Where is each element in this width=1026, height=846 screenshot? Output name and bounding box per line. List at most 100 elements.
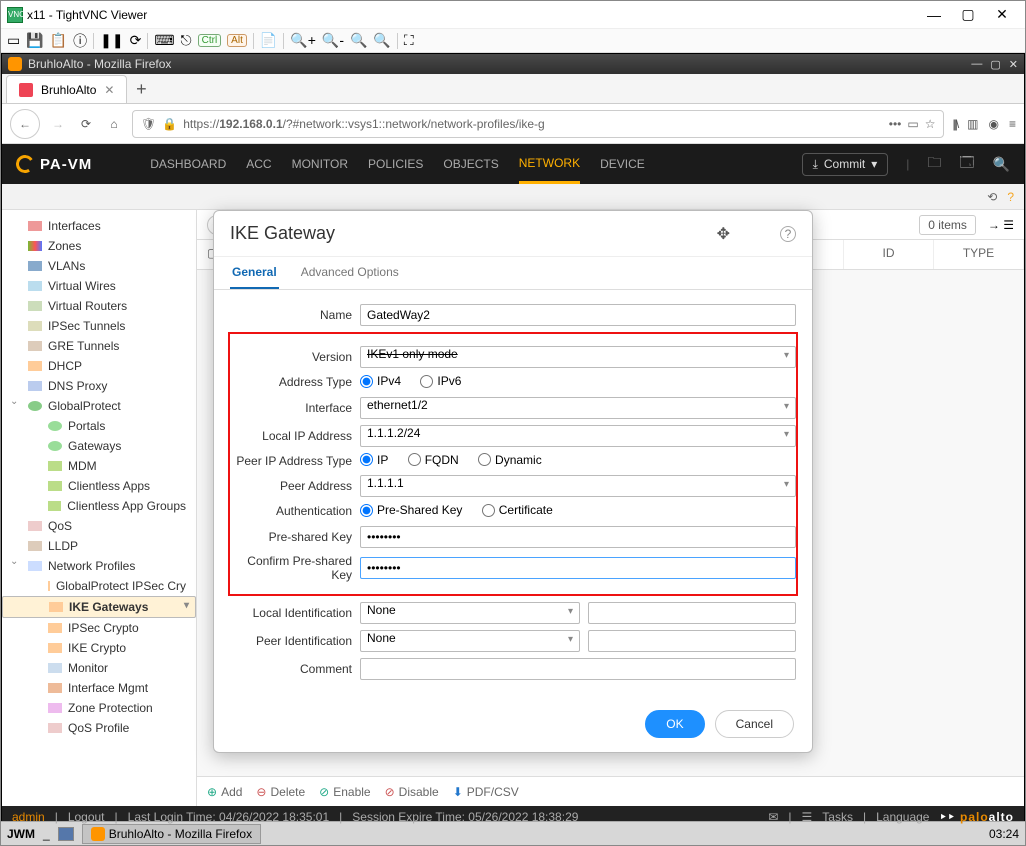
reader-icon[interactable]: ▭ xyxy=(907,117,918,131)
enable-button[interactable]: ⊘Enable xyxy=(319,785,370,799)
sidebar-item-interface-mgmt[interactable]: Interface Mgmt xyxy=(2,678,196,698)
help-icon[interactable]: ? xyxy=(1007,190,1014,204)
local-ip-select[interactable]: 1.1.1.2/24 xyxy=(360,425,796,447)
jwm-menu[interactable]: JWM xyxy=(7,827,35,841)
sidebar-item-virtual-wires[interactable]: Virtual Wires xyxy=(2,276,196,296)
sidebar-item-ike-crypto[interactable]: IKE Crypto xyxy=(2,638,196,658)
account-icon[interactable]: ◉ xyxy=(989,117,999,131)
footer-logout[interactable]: Logout xyxy=(68,810,105,824)
pdf-csv-button[interactable]: ⬇PDF/CSV xyxy=(453,785,519,799)
sidebar-icon[interactable]: ▥ xyxy=(967,117,978,131)
sidebar-item-qos[interactable]: QoS xyxy=(2,516,196,536)
sidebar-item-interfaces[interactable]: Interfaces xyxy=(2,216,196,236)
zoom-100-icon[interactable]: 🔍 xyxy=(350,32,367,49)
library-icon[interactable]: |||\ xyxy=(952,117,957,131)
zoom-auto-icon[interactable]: 🔍 xyxy=(373,32,390,49)
radio-ip[interactable]: IP xyxy=(360,453,388,467)
peer-id-value-input[interactable] xyxy=(588,630,796,652)
cad-icon[interactable]: ⌨ xyxy=(154,32,174,49)
tab-acc[interactable]: ACC xyxy=(246,144,271,184)
th-id[interactable]: ID xyxy=(844,240,934,269)
th-type[interactable]: TYPE xyxy=(934,240,1024,269)
radio-ipv6[interactable]: IPv6 xyxy=(420,374,461,388)
radio-ipv4[interactable]: IPv4 xyxy=(360,374,401,388)
ok-button[interactable]: OK xyxy=(645,710,704,738)
radio-certificate[interactable]: Certificate xyxy=(482,503,553,517)
sidebar-item-lldp[interactable]: LLDP xyxy=(2,536,196,556)
sidebar-item-zones[interactable]: Zones xyxy=(2,236,196,256)
sidebar-item-portals[interactable]: Portals xyxy=(2,416,196,436)
tab-monitor[interactable]: MONITOR xyxy=(292,144,348,184)
modal-tab-advanced[interactable]: Advanced Options xyxy=(299,257,401,289)
info-icon[interactable]: ⓘ xyxy=(73,31,87,51)
fullscreen-icon[interactable]: ⛶ xyxy=(404,32,414,49)
name-input[interactable] xyxy=(360,304,796,326)
workspace-switcher[interactable] xyxy=(58,827,74,841)
add-button[interactable]: ⊕Add xyxy=(207,785,242,799)
sidebar-item-virtual-routers[interactable]: Virtual Routers xyxy=(2,296,196,316)
reload-button[interactable]: ⟳ xyxy=(76,114,96,134)
sidebar-item-ipsec-tunnels[interactable]: IPSec Tunnels xyxy=(2,316,196,336)
home-button[interactable]: ⌂ xyxy=(104,114,124,134)
ctrlesc-icon[interactable]: ⎋ xyxy=(181,32,192,49)
sidebar-item-gre-tunnels[interactable]: GRE Tunnels xyxy=(2,336,196,356)
sidebar-item-dhcp[interactable]: DHCP xyxy=(2,356,196,376)
cancel-button[interactable]: Cancel xyxy=(715,710,794,738)
zoom-out-icon[interactable]: 🔍- xyxy=(322,32,344,49)
comment-input[interactable] xyxy=(360,658,796,680)
back-button[interactable]: ← xyxy=(10,109,40,139)
ff-close-button[interactable]: ✕ xyxy=(1009,58,1018,71)
sidebar-item-clientless-app-groups[interactable]: Clientless App Groups xyxy=(2,496,196,516)
filter-menu-icon[interactable]: → ☰ xyxy=(988,218,1014,232)
version-select[interactable]: IKEv1 only mode xyxy=(360,346,796,368)
refresh-icon[interactable]: ⟳ xyxy=(130,32,142,49)
sidebar-item-dns-proxy[interactable]: DNS Proxy xyxy=(2,376,196,396)
maximize-button[interactable]: ▢ xyxy=(951,5,985,25)
footer-language[interactable]: Language xyxy=(876,810,929,824)
sidebar-item-gateways[interactable]: Gateways xyxy=(2,436,196,456)
confirm-psk-input[interactable] xyxy=(360,557,796,579)
minimize-button[interactable]: — xyxy=(917,5,951,25)
interface-select[interactable]: ethernet1/2 xyxy=(360,397,796,419)
sidebar-item-mdm[interactable]: MDM xyxy=(2,456,196,476)
new-tab-button[interactable]: + xyxy=(127,75,155,103)
peer-address-select[interactable]: 1.1.1.1 xyxy=(360,475,796,497)
tab-close-icon[interactable]: ✕ xyxy=(104,83,114,97)
pause-icon[interactable]: ❚❚ xyxy=(100,32,123,49)
sidebar-item-qos-profile[interactable]: QoS Profile xyxy=(2,718,196,738)
delete-button[interactable]: ⊖Delete xyxy=(256,785,305,799)
local-id-select[interactable]: None xyxy=(360,602,580,624)
transfer-icon[interactable]: 📄 xyxy=(260,32,277,49)
sidebar-item-ike-gateways[interactable]: IKE Gateways xyxy=(2,596,196,618)
sidebar-item-clientless-apps[interactable]: Clientless Apps xyxy=(2,476,196,496)
tab-objects[interactable]: OBJECTS xyxy=(443,144,498,184)
sync-icon[interactable]: ⟲ xyxy=(987,190,997,204)
sidebar-item-monitor-profile[interactable]: Monitor xyxy=(2,658,196,678)
footer-mail-icon[interactable]: ✉ xyxy=(768,810,778,824)
url-bar[interactable]: 🛡 🔒 https://192.168.0.1/?#network::vsys1… xyxy=(132,110,944,138)
commit-button[interactable]: ⤓ Commit ▾ xyxy=(802,153,889,176)
terminal-icon[interactable]: 🗔 xyxy=(959,152,974,176)
tab-device[interactable]: DEVICE xyxy=(600,144,645,184)
taskbar-app[interactable]: BruhloAlto - Mozilla Firefox xyxy=(82,824,261,844)
zoom-in-icon[interactable]: 🔍+ xyxy=(290,32,316,49)
menu-icon[interactable]: ≡ xyxy=(1009,117,1016,131)
ff-minimize-button[interactable]: — xyxy=(971,58,982,70)
sidebar-item-zone-protection[interactable]: Zone Protection xyxy=(2,698,196,718)
caret-icon[interactable]: ⌄ xyxy=(10,396,18,407)
sidebar-item-globalprotect[interactable]: GlobalProtect xyxy=(2,396,196,416)
config-icon[interactable]: 🗀 xyxy=(927,152,941,176)
firefox-tab[interactable]: BruhloAlto ✕ xyxy=(6,75,127,103)
local-id-value-input[interactable] xyxy=(588,602,796,624)
move-icon[interactable]: ✥ xyxy=(717,224,730,244)
radio-psk[interactable]: Pre-Shared Key xyxy=(360,503,462,517)
modal-help-icon[interactable]: ? xyxy=(780,226,796,242)
tab-dashboard[interactable]: DASHBOARD xyxy=(150,144,226,184)
modal-tab-general[interactable]: General xyxy=(230,257,279,289)
footer-tasks[interactable]: Tasks xyxy=(822,810,853,824)
psk-input[interactable] xyxy=(360,526,796,548)
alt-toggle[interactable]: Alt xyxy=(227,34,247,47)
caret-icon[interactable]: ⌄ xyxy=(10,556,18,567)
forward-button[interactable]: → xyxy=(48,114,68,134)
tab-policies[interactable]: POLICIES xyxy=(368,144,423,184)
